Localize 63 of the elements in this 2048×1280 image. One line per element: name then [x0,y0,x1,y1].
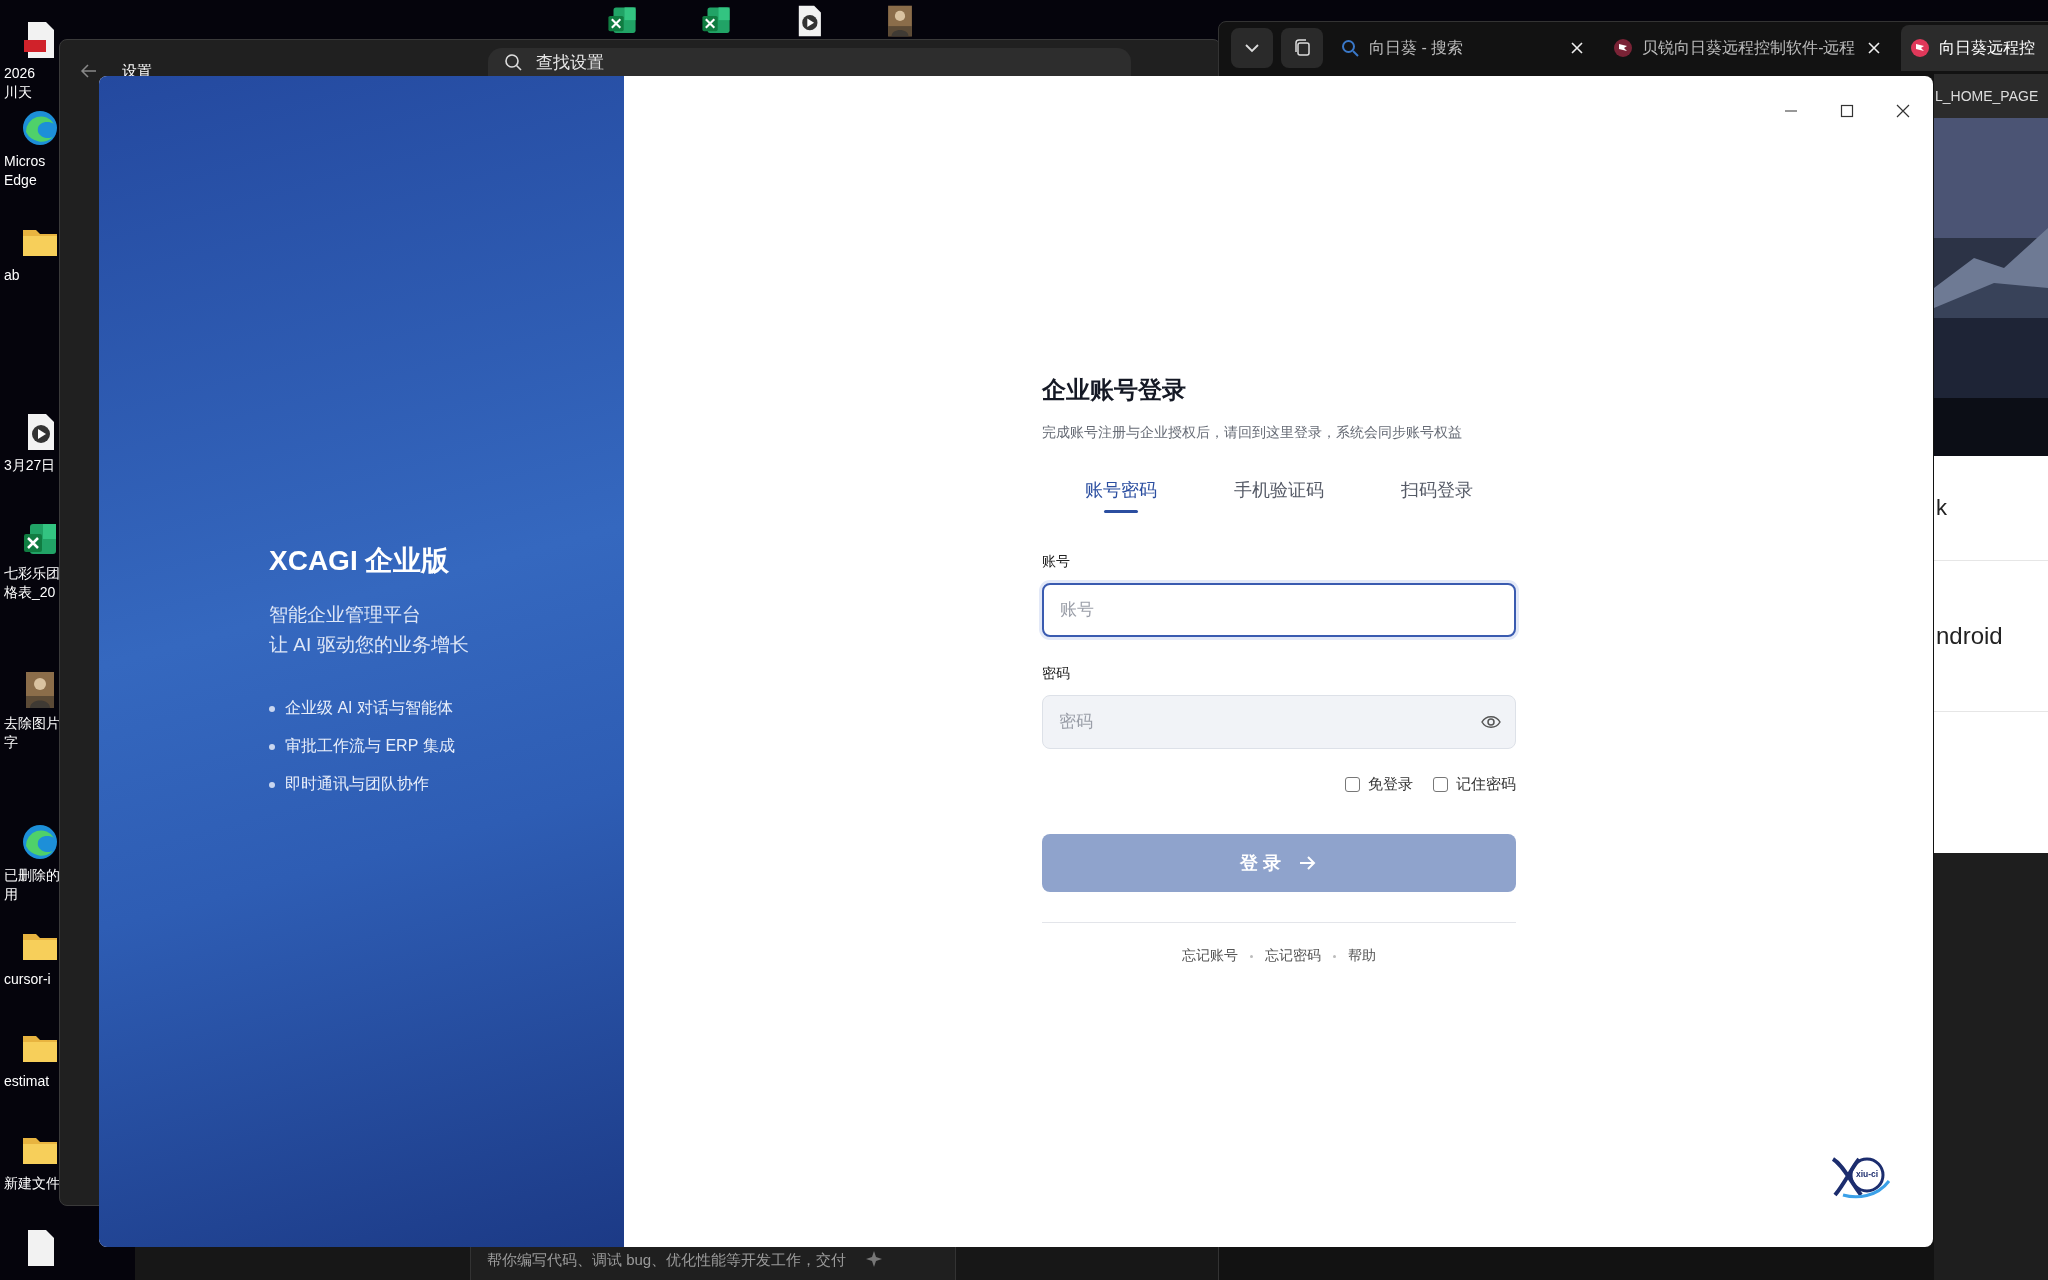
desktop-icon-label: 已删除的 [4,866,60,885]
login-tab[interactable]: 扫码登录 [1357,472,1516,525]
desktop-icon-label: 3月27日 [4,456,56,475]
desktop-icon-label: 用 [4,885,19,904]
flag-logo-icon [1911,39,1930,57]
desktop-icon-label: 字 [4,733,19,752]
feature-text: 企业级 AI 对话与智能体 [285,698,453,718]
desktop-icon-label: 七彩乐团 [4,564,60,583]
login-heading: 企业账号登录 [1041,375,1187,405]
checkbox[interactable] [1432,777,1448,792]
field-label: 密码 [1041,665,1071,683]
brand-logo: xiu-ci [1829,1155,1893,1199]
desktop-icon-label: 新建文件 [4,1174,60,1193]
search-icon [504,53,522,71]
desktop-icon-label: Edge [4,171,38,190]
flag-logo-icon [1614,39,1633,57]
bullet-icon [269,781,275,788]
account-field[interactable]: 账号 [1041,583,1516,637]
feature-text: 即时通讯与团队协作 [285,774,429,794]
address-bar[interactable]: L_HOME_PAGE [1934,74,2048,118]
footer-link[interactable]: 帮助 [1347,947,1376,965]
tagline: 智能企业管理平台 [269,603,422,627]
desktop-icon-label: estimat [4,1072,50,1091]
footer-link[interactable]: 忘记密码 [1264,947,1321,965]
search-field[interactable]: 查找设置 [488,48,1131,76]
checkbox[interactable] [1344,777,1360,792]
back-arrow-icon[interactable] [80,62,98,80]
login-tab[interactable]: 手机验证码 [1199,472,1358,525]
desktop-icon-label: cursor-i [4,970,51,989]
footer-link[interactable]: 忘记账号 [1181,947,1238,965]
bullet-icon [269,743,275,750]
chat-hint: 帮你编写代码、调试 bug、优化性能等开发工作，交付 [487,1251,847,1270]
desktop-icon-label: 川天 [4,83,33,102]
page-text: ndroid [1934,561,2048,712]
password-field[interactable]: 密码 [1041,695,1516,749]
browser-tab[interactable]: 向日葵远程控 [1901,25,2048,71]
sparkle-icon[interactable] [866,1251,883,1267]
desktop-icon-label: 2026 [4,64,36,83]
edge-browser-icon[interactable] [20,108,60,148]
login-subheading: 完成账号注册与企业授权后，请回到这里登录，系统会同步账号权益 [1041,424,1463,442]
desktop-icon-label: ab [4,266,20,285]
desktop-icon-label: Micros [4,152,46,171]
tagline: 让 AI 驱动您的业务增长 [269,633,470,657]
tab-list-button[interactable] [1231,28,1273,68]
browser-tab[interactable]: 向日葵 - 搜索 [1331,25,1597,71]
minimize-icon [1783,110,1799,112]
brand-title: XCAGI 企业版 [269,544,451,578]
maximize-icon [1839,103,1855,119]
stacked-pages-icon [1292,38,1312,58]
edge-browser-icon[interactable] [20,822,60,862]
desktop-icon-label: 格表_20 [4,583,57,602]
field-label: 账号 [1041,553,1071,571]
feature-text: 审批工作流与 ERP 集成 [285,736,455,756]
login-tab[interactable]: 账号密码 [1041,472,1200,525]
browser-tab[interactable]: 贝锐向日葵远程控制软件-远程 [1604,25,1894,71]
checkbox-option[interactable]: 记住密码 [1432,775,1516,794]
search-icon [1341,39,1360,57]
collections-button[interactable] [1281,28,1324,68]
bullet-icon [269,705,275,712]
page-text: k [1934,456,2048,561]
desktop-icon-label: 去除图片 [4,714,60,733]
checkbox-option[interactable]: 免登录 [1344,775,1413,794]
close-icon [1895,103,1911,119]
